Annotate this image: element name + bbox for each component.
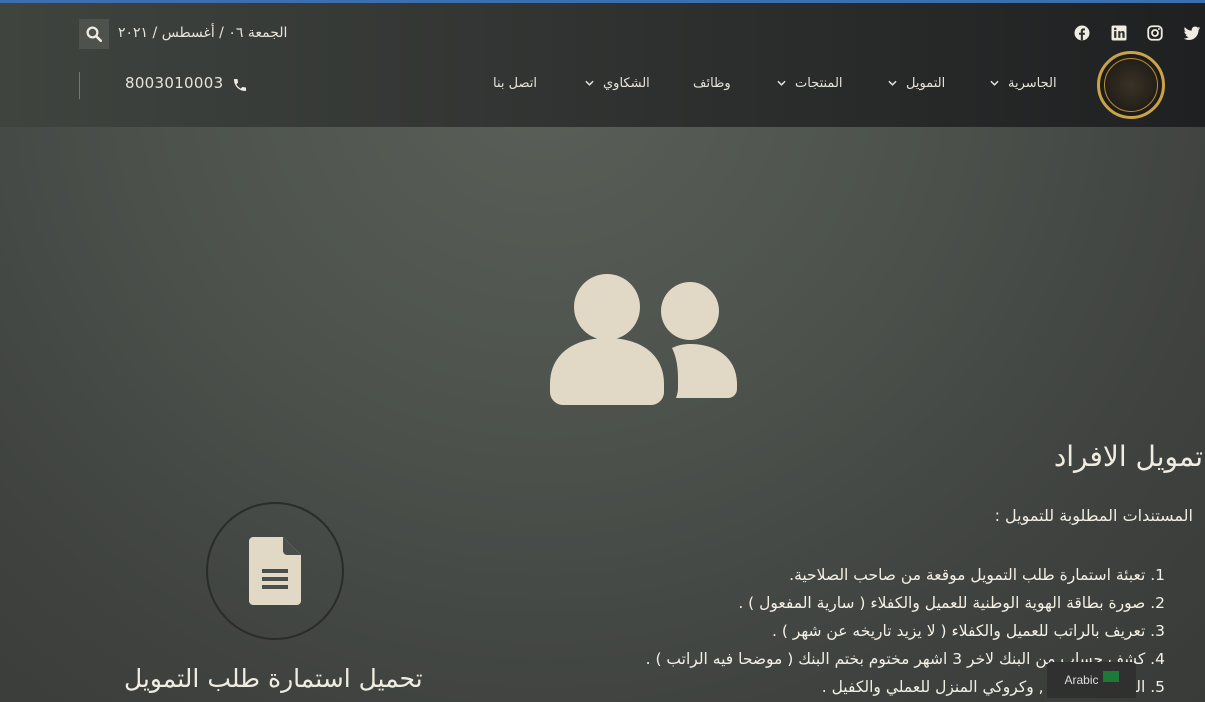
documents-subheading: المستندات المطلوبة للتمويل : — [994, 506, 1193, 525]
nav-item-aljasria[interactable]: الجاسرية — [1008, 76, 1057, 91]
document-icon — [249, 537, 301, 605]
nav-item-complaints[interactable]: الشكاوي — [603, 76, 650, 91]
flag-icon — [1102, 670, 1119, 682]
chevron-down-icon — [777, 80, 786, 86]
linkedin-icon[interactable] — [1110, 24, 1128, 42]
nav-item-contact[interactable]: اتصل بنا — [493, 76, 537, 91]
language-switcher[interactable]: Arabic — [1047, 662, 1136, 698]
chevron-down-icon — [888, 80, 897, 86]
search-button[interactable] — [79, 19, 109, 49]
download-form-link[interactable]: تحميل استمارة طلب التمويل — [124, 664, 423, 693]
logo-emblem — [1104, 58, 1158, 112]
users-icon — [550, 274, 737, 405]
twitter-icon[interactable] — [1183, 24, 1201, 42]
current-date: الجمعة ٠٦ / أغسطس / ٢٠٢١ — [118, 25, 288, 41]
facebook-icon[interactable] — [1073, 24, 1091, 42]
site-header: الجمعة ٠٦ / أغسطس / ٢٠٢١ 8003010003 الجا… — [0, 3, 1205, 127]
page-title: تمويل الافراد — [1053, 440, 1203, 473]
phone-icon — [234, 79, 246, 91]
nav-item-jobs[interactable]: وظائف — [693, 76, 731, 91]
list-item: 3. تعريف بالراتب للعميل والكفلاء ( لا يز… — [771, 622, 1165, 640]
download-form-button[interactable] — [206, 502, 344, 640]
instagram-icon[interactable] — [1146, 24, 1164, 42]
chevron-down-icon — [990, 80, 999, 86]
list-item: 1. تعبئة استمارة طلب التمويل موقعة من صا… — [789, 566, 1165, 584]
site-logo[interactable] — [1097, 51, 1165, 119]
nav-item-products[interactable]: المنتجات — [795, 76, 843, 91]
nav-item-financing[interactable]: التمويل — [906, 76, 945, 91]
list-item: 2. صورة بطاقة الهوية الوطنية للعميل والك… — [738, 594, 1165, 612]
search-icon — [86, 26, 103, 43]
language-label: Arabic — [1064, 673, 1099, 687]
chevron-down-icon — [585, 80, 594, 86]
header-divider — [79, 72, 80, 99]
phone-number[interactable]: 8003010003 — [125, 74, 223, 92]
